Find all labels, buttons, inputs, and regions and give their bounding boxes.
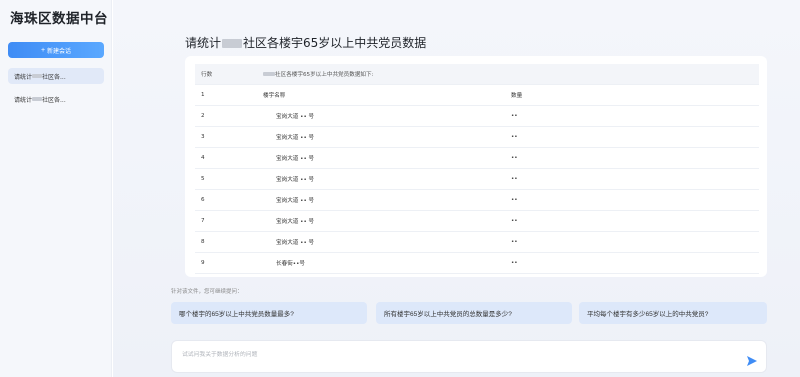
row-index: 2	[195, 105, 263, 127]
redacted-text	[263, 72, 275, 77]
party-member-count: ••	[511, 210, 759, 232]
send-arrow-icon[interactable]	[746, 355, 758, 367]
table-card: 行数 社区各楼宇65岁以上中共党员数据如下: 1 楼宇名称 数量 2 宝岗大道 •• 号…	[185, 56, 767, 277]
table-row: 2 宝岗大道 •• 号 ••	[195, 105, 759, 127]
table-header-row: 行数 社区各楼宇65岁以上中共党员数据如下:	[195, 64, 759, 85]
redacted-text	[32, 97, 43, 101]
table-row: 7 宝岗大道 •• 号 ••	[195, 210, 759, 232]
table-row: 9 长春街••号 ••	[195, 252, 759, 274]
table-row: 8 宝岗大道 •• 号 ••	[195, 231, 759, 253]
row-index: 8	[195, 231, 263, 253]
building-name: 楼宇名称	[263, 84, 511, 106]
table-row: 4 宝岗大道 •• 号 ••	[195, 147, 759, 169]
row-index: 5	[195, 168, 263, 190]
party-member-count: ••	[511, 105, 759, 127]
history-item-suffix: 社区各...	[42, 96, 66, 104]
data-table: 行数 社区各楼宇65岁以上中共党员数据如下: 1 楼宇名称 数量 2 宝岗大道 •• 号…	[195, 64, 759, 274]
building-name: 宝岗大道 •• 号	[263, 126, 511, 148]
main-panel: 请统计 社区各楼宇65岁以上中共党员数据 行数 社区各楼宇65岁以上中共党员数据如…	[113, 0, 800, 377]
chat-input-box	[171, 340, 767, 373]
row-index: 1	[195, 84, 263, 106]
party-member-count: ••	[511, 189, 759, 211]
row-index: 6	[195, 189, 263, 211]
party-member-count: ••	[511, 126, 759, 148]
building-name: 宝岗大道 •• 号	[263, 147, 511, 169]
plus-icon: +	[40, 46, 46, 54]
page-title-prefix: 请统计	[185, 36, 222, 50]
row-index: 7	[195, 210, 263, 232]
table-header-text-suffix: 社区各楼宇65岁以上中共党员数据如下:	[275, 71, 374, 78]
history-item-prefix: 请统计	[14, 96, 33, 104]
row-index: 4	[195, 147, 263, 169]
building-name: 宝岗大道 •• 号	[263, 168, 511, 190]
suggestion-button[interactable]: 所有楼宇65岁以上中共党员的总数量是多少?	[376, 302, 572, 324]
redacted-text	[32, 74, 43, 78]
party-member-count: 数量	[511, 84, 759, 106]
suggestion-button[interactable]: 哪个楼宇的65岁以上中共党员数量最多?	[171, 302, 367, 324]
table-row: 1 楼宇名称 数量	[195, 84, 759, 106]
chat-input[interactable]	[182, 349, 722, 365]
page-title-suffix: 社区各楼宇65岁以上中共党员数据	[243, 36, 427, 50]
redacted-text	[222, 39, 243, 48]
suggestion-hint: 针对该文件，您可继续提问：	[171, 289, 243, 295]
page-title: 请统计 社区各楼宇65岁以上中共党员数据	[185, 34, 426, 51]
sidebar: 海珠区数据中台 + 新建会话 请统计 社区各... 请统计 社区各...	[0, 0, 112, 377]
new-chat-button[interactable]: + 新建会话	[8, 42, 104, 58]
row-index: 9	[195, 252, 263, 274]
building-name: 长春街••号	[263, 252, 511, 274]
table-header-text: 社区各楼宇65岁以上中共党员数据如下:	[263, 64, 759, 85]
table-header-index: 行数	[195, 64, 263, 85]
row-index: 3	[195, 126, 263, 148]
history-item-prefix: 请统计	[14, 73, 33, 81]
table-row: 5 宝岗大道 •• 号 ••	[195, 168, 759, 190]
party-member-count: ••	[511, 147, 759, 169]
party-member-count: ••	[511, 252, 759, 274]
new-chat-label: 新建会话	[47, 48, 72, 55]
building-name: 宝岗大道 •• 号	[263, 210, 511, 232]
building-name: 宝岗大道 •• 号	[263, 231, 511, 253]
building-name: 宝岗大道 •• 号	[263, 105, 511, 127]
table-row: 3 宝岗大道 •• 号 ••	[195, 126, 759, 148]
history-item-suffix: 社区各...	[42, 73, 66, 81]
history-item[interactable]: 请统计 社区各...	[8, 91, 104, 107]
suggestion-button[interactable]: 平均每个楼宇有多少65岁以上的中共党员?	[579, 302, 767, 324]
app-title: 海珠区数据中台	[10, 11, 108, 27]
building-name: 宝岗大道 •• 号	[263, 189, 511, 211]
party-member-count: ••	[511, 168, 759, 190]
table-body: 1 楼宇名称 数量 2 宝岗大道 •• 号 •• 3 宝岗大道 •• 号 •• 4 宝岗大道 •• …	[195, 84, 759, 274]
party-member-count: ••	[511, 231, 759, 253]
table-row: 6 宝岗大道 •• 号 ••	[195, 189, 759, 211]
history-item[interactable]: 请统计 社区各...	[8, 68, 104, 84]
